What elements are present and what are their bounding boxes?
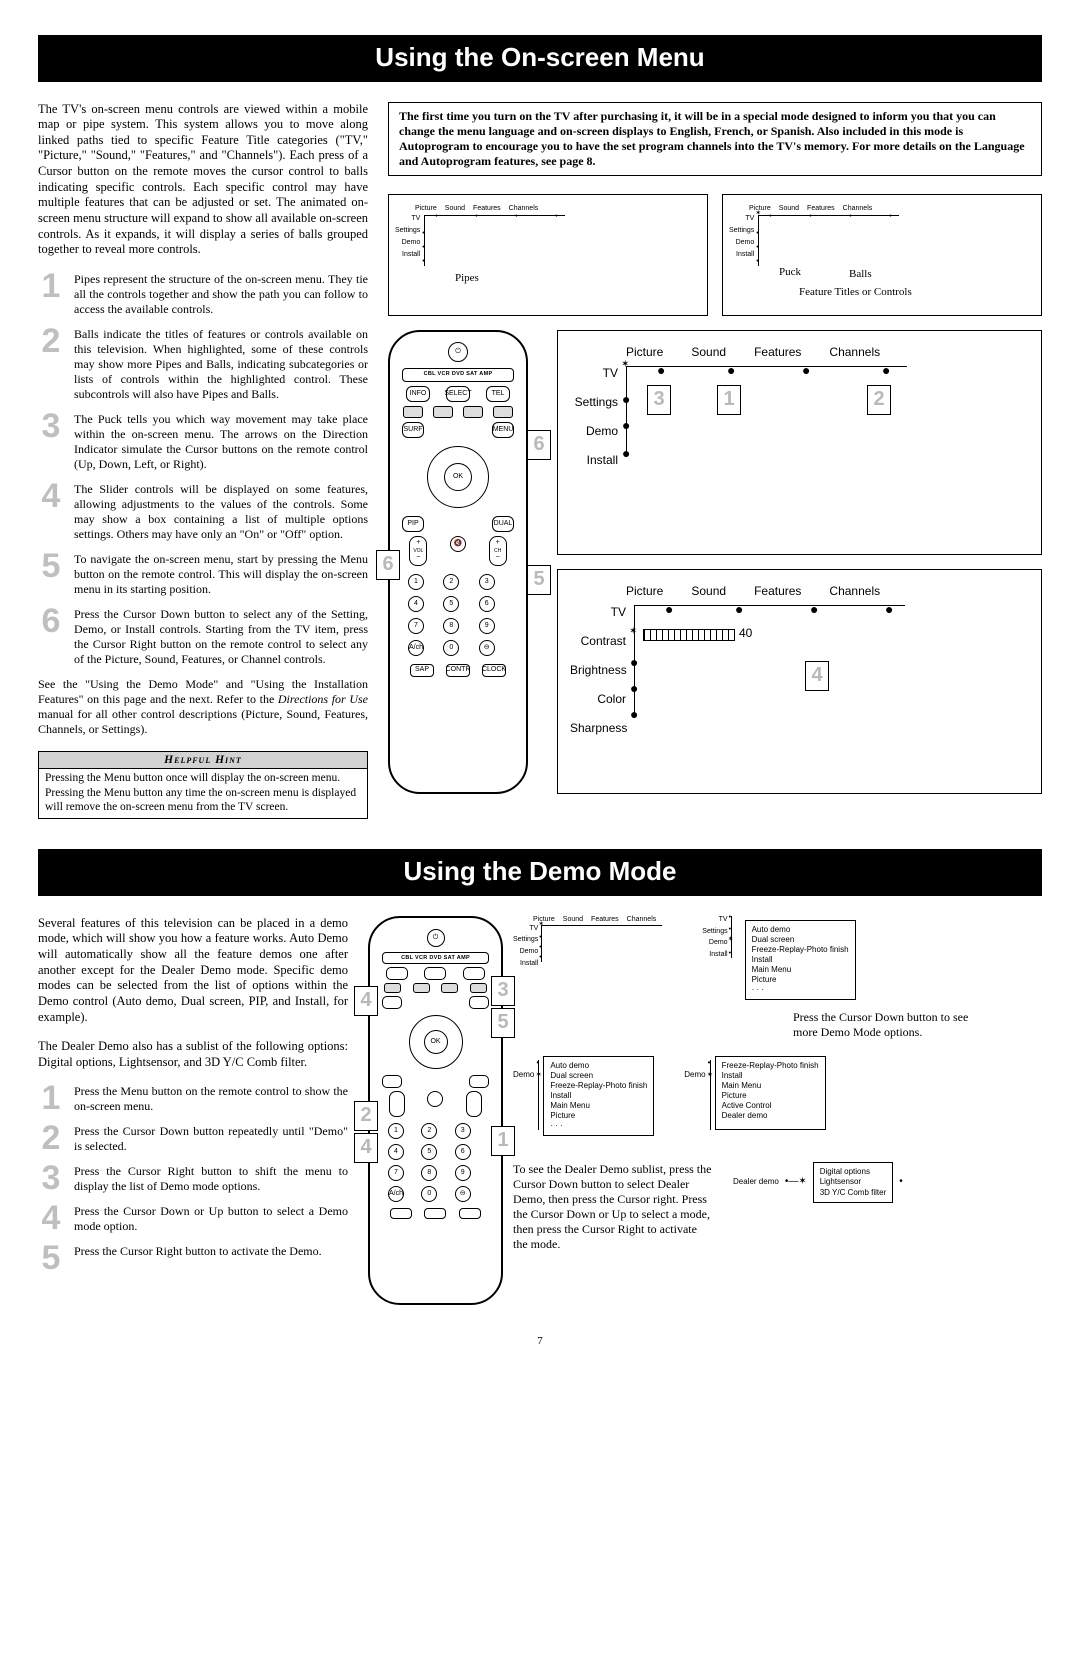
dealer-demo-tree: Dealer demo •—✶ Digital options Lightsen…	[733, 1162, 903, 1203]
demo-step-2: 2Press the Cursor Down button repeatedly…	[38, 1124, 348, 1154]
demo-tree-3: Demo • ✶ Auto demo Dual screen Freeze-Re…	[513, 1056, 654, 1136]
remote-illustration-col: ⏻ CBL VCR DVD SAT AMP INFO SELECT TEL	[388, 330, 543, 794]
diagram-pipes: Picture Sound Features Channels TV Setti…	[388, 194, 708, 316]
callout-2-badge: 2	[867, 385, 891, 415]
ch-rocker: +CH−	[489, 536, 507, 566]
after-note: See the "Using the Demo Mode" and "Using…	[38, 677, 368, 737]
remote-illustration-small: ⏻ CBL VCR DVD SAT AMP	[368, 916, 503, 1305]
pipes-label: Pipes	[455, 272, 701, 286]
demo-step-5: 5Press the Cursor Right button to activa…	[38, 1244, 348, 1273]
demo-callout-5: 5	[491, 1008, 515, 1038]
dealer-sublist-box: Digital options Lightsensor 3D Y/C Comb …	[813, 1162, 894, 1203]
demo-step-4: 4Press the Cursor Down or Up button to s…	[38, 1204, 348, 1234]
contrast-value: 40	[739, 626, 752, 641]
remote-illustration: ⏻ CBL VCR DVD SAT AMP INFO SELECT TEL	[388, 330, 528, 794]
demo-callout-4a: 4	[354, 986, 378, 1016]
power-icon: ⏻	[427, 929, 445, 947]
section2-right: ⏻ CBL VCR DVD SAT AMP	[368, 916, 1042, 1305]
step-3: 3The Puck tells you which way movement m…	[38, 412, 368, 472]
power-icon: ⏻	[448, 342, 468, 362]
demo-tree-2: TV Settings Demo Install • • ✶ •	[702, 916, 855, 1000]
demo-callout-2: 2	[354, 1101, 378, 1131]
callout-3-badge: 3	[647, 385, 671, 415]
demo-intro-2: The Dealer Demo also has a sublist of th…	[38, 1039, 348, 1070]
demo-intro-1: Several features of this television can …	[38, 916, 348, 1025]
demo-note-2: To see the Dealer Demo sublist, press th…	[513, 1162, 713, 1252]
demo-option-box-b: Auto demo Dual screen Freeze-Replay-Phot…	[543, 1056, 654, 1136]
section1-right: The first time you turn on the TV after …	[388, 102, 1042, 820]
top-diagrams: Picture Sound Features Channels TV Setti…	[388, 194, 1042, 330]
demo-note-1: Press the Cursor Down button to see more…	[793, 1010, 973, 1040]
demo-step-3: 3Press the Cursor Right button to shift …	[38, 1164, 348, 1194]
section-title-1: Using the On-screen Menu	[38, 35, 1042, 82]
menu-diagram-top: Picture Sound Features Channels TV Setti…	[557, 330, 1042, 555]
demo-remote-col: ⏻ CBL VCR DVD SAT AMP	[368, 916, 503, 1305]
demo-tree-1: PictureSoundFeaturesChannels TV Settings…	[513, 916, 662, 1000]
mid-row: ⏻ CBL VCR DVD SAT AMP INFO SELECT TEL	[388, 330, 1042, 794]
menu-diagram-bottom: Picture Sound Features Channels TV Contr…	[557, 569, 1042, 794]
device-strip: CBL VCR DVD SAT AMP	[402, 368, 514, 382]
feature-titles-label: Feature Titles or Controls	[799, 286, 1035, 300]
balls-label: Balls	[849, 268, 1035, 282]
callout-6a: 6	[527, 430, 551, 460]
step-2: 2Balls indicate the titles of features o…	[38, 327, 368, 402]
helpful-hint-box: Helpful Hint Pressing the Menu button on…	[38, 751, 368, 820]
section-title-2: Using the Demo Mode	[38, 849, 1042, 896]
callout-6b: 6	[376, 550, 400, 580]
first-time-callout: The first time you turn on the TV after …	[388, 102, 1042, 176]
menu-diagram-stack: Picture Sound Features Channels TV Setti…	[557, 330, 1042, 794]
section1-left: The TV's on-screen menu controls are vie…	[38, 102, 368, 820]
section2-left: Several features of this television can …	[38, 916, 348, 1305]
step-5: 5To navigate the on-screen menu, start b…	[38, 552, 368, 597]
intro-paragraph: The TV's on-screen menu controls are vie…	[38, 102, 368, 258]
page-number: 7	[38, 1335, 1042, 1349]
ok-button: OK	[444, 463, 472, 491]
ok-ring: OK	[427, 446, 489, 508]
section2-body: Several features of this television can …	[38, 916, 1042, 1305]
mute-icon: 🔇	[450, 536, 466, 552]
helpful-hint-body: Pressing the Menu button once will displ…	[39, 769, 367, 818]
demo-callout-4b: 4	[354, 1133, 378, 1163]
step-6: 6Press the Cursor Down button to select …	[38, 607, 368, 667]
callout-4-badge: 4	[805, 661, 829, 691]
vol-rocker: +VOL−	[409, 536, 427, 566]
section1-body: The TV's on-screen menu controls are vie…	[38, 102, 1042, 820]
step-4: 4The Slider controls will be displayed o…	[38, 482, 368, 542]
demo-tree-4: Demo • ✶ Freeze-Replay-Photo finish Inst…	[684, 1056, 825, 1130]
diagram-balls-puck: Picture Sound Features Channels TV Setti…	[722, 194, 1042, 316]
demo-callout-3: 3	[491, 976, 515, 1006]
callout-5: 5	[527, 565, 551, 595]
helpful-hint-title: Helpful Hint	[39, 752, 367, 769]
slider-control	[643, 629, 735, 641]
demo-option-box-a: Auto demo Dual screen Freeze-Replay-Phot…	[745, 920, 856, 1000]
demo-trees: PictureSoundFeaturesChannels TV Settings…	[513, 916, 1042, 1305]
step-1: 1Pipes represent the structure of the on…	[38, 272, 368, 317]
callout-1-badge: 1	[717, 385, 741, 415]
demo-callout-1: 1	[491, 1126, 515, 1156]
demo-step-1: 1Press the Menu button on the remote con…	[38, 1084, 348, 1114]
demo-option-box-c: Freeze-Replay-Photo finish Install Main …	[715, 1056, 826, 1130]
